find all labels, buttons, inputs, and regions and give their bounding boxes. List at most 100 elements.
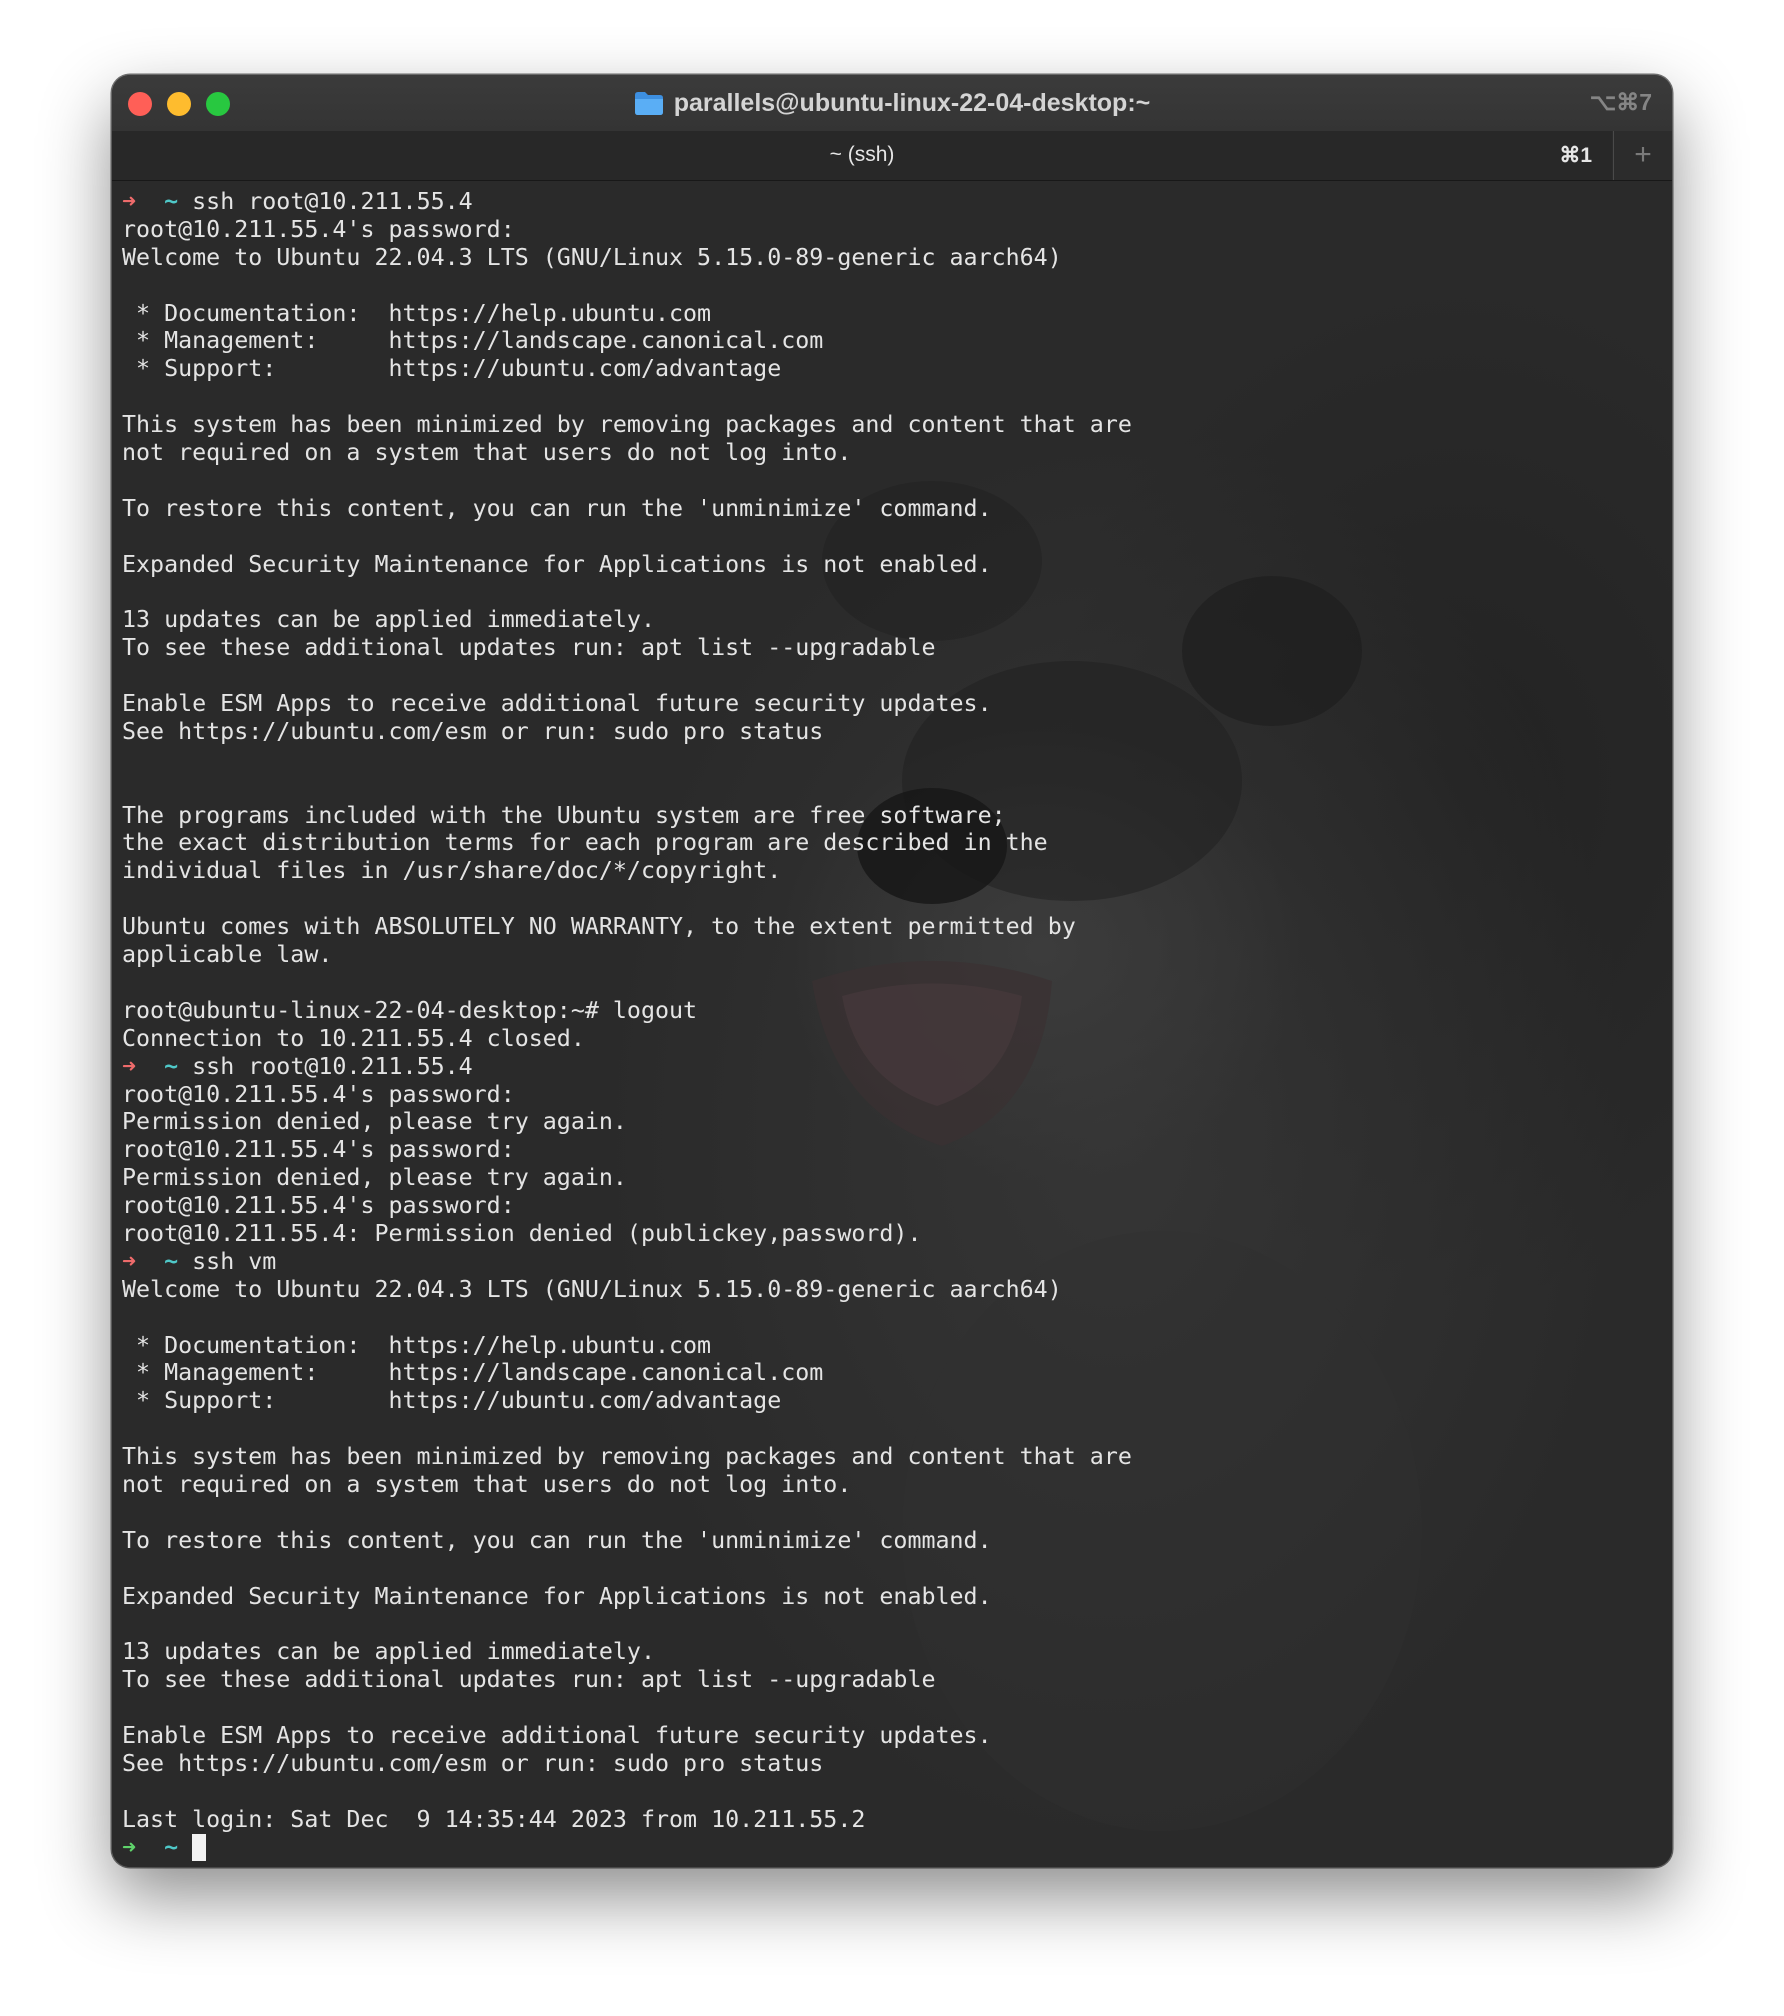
command-text: ssh root@10.211.55.4 [192, 188, 473, 215]
output-line: root@10.211.55.4's password: [122, 1081, 1132, 1109]
output-text: root@10.211.55.4's password: [122, 1192, 515, 1220]
output-line: Enable ESM Apps to receive additional fu… [122, 1722, 1132, 1750]
window-title-group: parallels@ubuntu-linux-22-04-desktop:~ [634, 88, 1151, 118]
output-line: Enable ESM Apps to receive additional fu… [122, 690, 1132, 718]
output-line: Expanded Security Maintenance for Applic… [122, 551, 1132, 579]
output-line: To see these additional updates run: apt… [122, 1666, 1132, 1694]
output-line: * Management: https://landscape.canonica… [122, 327, 1132, 355]
output-line: This system has been minimized by removi… [122, 411, 1132, 439]
output-line: root@ubuntu-linux-22-04-desktop:~# logou… [122, 997, 1132, 1025]
output-line: * Support: https://ubuntu.com/advantage [122, 1387, 1132, 1415]
new-tab-button[interactable]: + [1613, 131, 1672, 180]
output-text: not required on a system that users do n… [122, 439, 852, 467]
prompt-line: ➜ ~ [122, 1833, 1132, 1862]
output-line: Permission denied, please try again. [122, 1164, 1132, 1192]
output-line: Last login: Sat Dec 9 14:35:44 2023 from… [122, 1806, 1132, 1834]
output-line: * Management: https://landscape.canonica… [122, 1359, 1132, 1387]
tab-ssh[interactable]: ~ (ssh) ⌘1 [112, 131, 1612, 180]
output-line: the exact distribution terms for each pr… [122, 829, 1132, 857]
output-text: To see these additional updates run: apt… [122, 634, 936, 662]
prompt-line: ➜ ~ ssh root@10.211.55.4 [122, 1053, 1132, 1081]
output-line: applicable law. [122, 941, 1132, 969]
output-text: See https://ubuntu.com/esm or run: sudo … [122, 717, 824, 745]
output-text: Enable ESM Apps to receive additional fu… [122, 1721, 992, 1749]
output-line: Connection to 10.211.55.4 closed. [122, 1025, 1132, 1053]
output-line: Ubuntu comes with ABSOLUTELY NO WARRANTY… [122, 913, 1132, 941]
terminal-window: parallels@ubuntu-linux-22-04-desktop:~ ⌥… [112, 75, 1672, 1867]
output-line: See https://ubuntu.com/esm or run: sudo … [122, 1750, 1132, 1778]
output-text: * Management: https://landscape.canonica… [122, 1359, 824, 1387]
prompt-line: ➜ ~ ssh vm [122, 1248, 1132, 1276]
output-line: 13 updates can be applied immediately. [122, 606, 1132, 634]
tab-shortcut: ⌘1 [1559, 144, 1592, 167]
terminal-output: ➜ ~ ssh root@10.211.55.4 root@10.211.55.4… [122, 188, 1132, 1861]
output-text: * Documentation: https://help.ubuntu.com [122, 1331, 712, 1359]
title-bar[interactable]: parallels@ubuntu-linux-22-04-desktop:~ ⌥… [112, 75, 1672, 131]
prompt-arrow-icon: ➜ [122, 1052, 137, 1080]
output-text: individual files in /usr/share/doc/*/cop… [122, 857, 782, 885]
output-text: 13 updates can be applied immediately. [122, 606, 655, 634]
prompt-directory: ~ [164, 1247, 179, 1275]
output-text: Last login: Sat Dec 9 14:35:44 2023 from… [122, 1805, 866, 1833]
prompt-line: ➜ ~ ssh root@10.211.55.4 [122, 188, 1132, 216]
output-line: root@10.211.55.4's password: [122, 1136, 1132, 1164]
folder-icon [634, 90, 664, 116]
output-text: See https://ubuntu.com/esm or run: sudo … [122, 1749, 824, 1777]
output-text: root@10.211.55.4's password: [122, 1136, 515, 1164]
output-line: The programs included with the Ubuntu sy… [122, 802, 1132, 830]
output-text: Connection to 10.211.55.4 closed. [122, 1024, 585, 1052]
output-text: * Support: https://ubuntu.com/advantage [122, 1387, 782, 1415]
output-text: To see these additional updates run: apt… [122, 1666, 936, 1694]
output-line: Permission denied, please try again. [122, 1108, 1132, 1136]
output-text: To restore this content, you can run the… [122, 1526, 992, 1554]
output-text: * Management: https://landscape.canonica… [122, 327, 824, 355]
output-text: Expanded Security Maintenance for Applic… [122, 550, 992, 578]
output-text: root@10.211.55.4: Permission denied (pub… [122, 1219, 922, 1247]
tab-label: ~ (ssh) [829, 143, 895, 166]
output-line: Expanded Security Maintenance for Applic… [122, 1583, 1132, 1611]
output-line: To see these additional updates run: apt… [122, 634, 1132, 662]
output-line: * Documentation: https://help.ubuntu.com [122, 300, 1132, 328]
window-title: parallels@ubuntu-linux-22-04-desktop:~ [673, 88, 1151, 117]
output-text: Expanded Security Maintenance for Applic… [122, 1582, 992, 1610]
output-line: not required on a system that users do n… [122, 1471, 1132, 1499]
tab-bar: ~ (ssh) ⌘1 + [112, 131, 1672, 181]
terminal-pane[interactable]: ➜ ~ ssh root@10.211.55.4 root@10.211.55.4… [112, 181, 1672, 1867]
output-line: individual files in /usr/share/doc/*/cop… [122, 857, 1132, 885]
output-line: To restore this content, you can run the… [122, 1527, 1132, 1555]
output-line: * Support: https://ubuntu.com/advantage [122, 355, 1132, 383]
output-text: 13 updates can be applied immediately. [122, 1638, 655, 1666]
output-line: To restore this content, you can run the… [122, 495, 1132, 523]
window-title-area: parallels@ubuntu-linux-22-04-desktop:~ [112, 75, 1672, 131]
output-text: This system has been minimized by removi… [122, 411, 1132, 439]
output-line: See https://ubuntu.com/esm or run: sudo … [122, 718, 1132, 746]
output-text: Ubuntu comes with ABSOLUTELY NO WARRANTY… [122, 913, 1076, 941]
output-line: This system has been minimized by removi… [122, 1443, 1132, 1471]
prompt-directory: ~ [164, 1833, 179, 1861]
text-cursor[interactable] [192, 1833, 207, 1861]
output-text: * Support: https://ubuntu.com/advantage [122, 355, 782, 383]
output-text: applicable law. [122, 941, 333, 969]
prompt-directory: ~ [164, 1052, 179, 1080]
window-shortcut-hint: ⌥⌘7 [1589, 89, 1652, 115]
output-text: root@10.211.55.4's password: [122, 1080, 515, 1108]
output-text: not required on a system that users do n… [122, 1470, 852, 1498]
output-line: not required on a system that users do n… [122, 439, 1132, 467]
output-line: root@10.211.55.4's password: [122, 216, 1132, 244]
output-text: * Documentation: https://help.ubuntu.com [122, 299, 712, 327]
output-text: the exact distribution terms for each pr… [122, 829, 1048, 857]
output-text: root@10.211.55.4's password: [122, 215, 515, 243]
prompt-directory: ~ [164, 188, 179, 215]
